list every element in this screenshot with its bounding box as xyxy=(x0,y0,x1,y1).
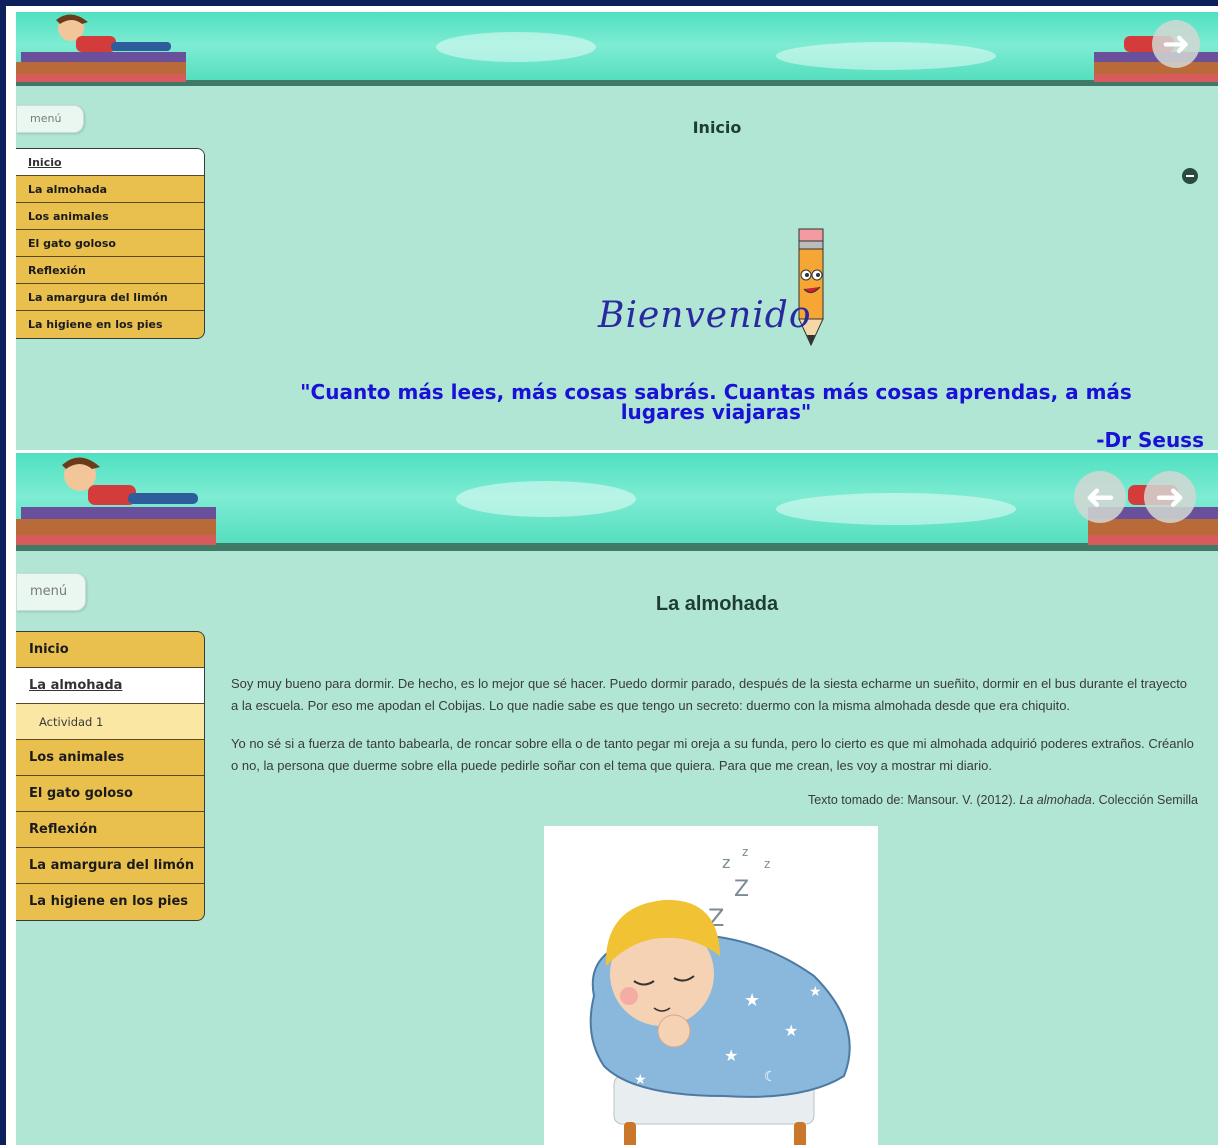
sidebar-item-la-higiene-en-los-pies[interactable]: La higiene en los pies xyxy=(16,311,204,338)
svg-text:★: ★ xyxy=(724,1046,738,1065)
sidebar-item-los-animales[interactable]: Los animales xyxy=(16,203,204,230)
sidebar-item-la-almohada[interactable]: La almohada xyxy=(16,668,204,704)
sidebar-nav: Inicio La almohada Los animales El gato gol… xyxy=(16,148,205,339)
sidebar-item-los-animales[interactable]: Los animales xyxy=(16,740,204,776)
next-page-button[interactable]: ➜ xyxy=(1152,20,1200,68)
sidebar-item-actividad-1[interactable]: Actividad 1 xyxy=(16,704,204,740)
previous-page-button[interactable]: ➜ xyxy=(1074,471,1126,523)
story-paragraph-2: Yo no sé si a fuerza de tanto babearla, … xyxy=(231,736,1194,773)
sidebar-item-la-amargura-del-limon[interactable]: La amargura del limón xyxy=(16,284,204,311)
svg-text:★: ★ xyxy=(744,990,760,1011)
sidebar-item-inicio[interactable]: Inicio xyxy=(16,149,204,176)
inicio-screen: ➜ menú Inicio La almohada Los animales El g… xyxy=(16,12,1218,450)
sidebar-item-reflexion[interactable]: Reflexión xyxy=(16,812,204,848)
page-frame: ➜ menú Inicio La almohada Los animales El g… xyxy=(6,6,1218,1145)
sidebar-item-el-gato-goloso[interactable]: El gato goloso xyxy=(16,776,204,812)
sleeping-child-illustration: z z Z Z z ★ ★ ★ ★ ☾ ★ xyxy=(544,826,878,1145)
svg-text:★: ★ xyxy=(809,984,822,1000)
sleep-z-2: z xyxy=(742,845,748,859)
svg-text:★: ★ xyxy=(784,1021,798,1040)
sidebar-item-el-gato-goloso[interactable]: El gato goloso xyxy=(16,230,204,257)
sidebar-item-la-almohada[interactable]: La almohada xyxy=(16,176,204,203)
almohada-screen: ➜ ➜ menú Inicio La almohada Actividad 1 Los… xyxy=(16,453,1218,1145)
collapse-toggle-button[interactable] xyxy=(1182,168,1198,184)
sidebar-item-la-higiene-en-los-pies[interactable]: La higiene en los pies xyxy=(16,884,204,920)
sidebar-item-reflexion[interactable]: Reflexión xyxy=(16,257,204,284)
header-banner: ➜ xyxy=(16,12,1218,86)
welcome-text: Bienvenido xyxy=(598,295,812,336)
welcome-graphic: Bienvenido xyxy=(598,217,858,357)
sleep-z-3: Z xyxy=(734,877,749,902)
source-citation: Texto tomado de: Mansour. V. (2012). La … xyxy=(807,793,1198,807)
quote-author: -Dr Seuss xyxy=(1096,428,1204,450)
sidebar-item-la-amargura-del-limon[interactable]: La amargura del limón xyxy=(16,848,204,884)
sleep-z-1: z xyxy=(722,853,730,872)
reading-kid-illustration xyxy=(16,14,186,82)
reading-kid-illustration xyxy=(16,457,216,545)
menu-toggle-button[interactable]: menú xyxy=(16,105,84,133)
sidebar-nav: Inicio La almohada Actividad 1 Los animales… xyxy=(16,631,205,921)
page-title: La almohada xyxy=(655,593,779,615)
page-title: Inicio xyxy=(692,118,742,137)
svg-text:☾: ☾ xyxy=(764,1069,777,1085)
menu-toggle-button[interactable]: menú xyxy=(16,573,86,611)
header-banner: ➜ ➜ xyxy=(16,453,1218,551)
svg-text:★: ★ xyxy=(634,1072,647,1088)
story-paragraph-1: Soy muy bueno para dormir. De hecho, es … xyxy=(231,676,1188,713)
quote-text: "Cuanto más lees, más cosas sabrás. Cuan… xyxy=(300,380,1132,424)
next-page-button[interactable]: ➜ xyxy=(1144,471,1196,523)
sleep-z-5: z xyxy=(764,857,770,871)
sidebar-item-inicio[interactable]: Inicio xyxy=(16,632,204,668)
